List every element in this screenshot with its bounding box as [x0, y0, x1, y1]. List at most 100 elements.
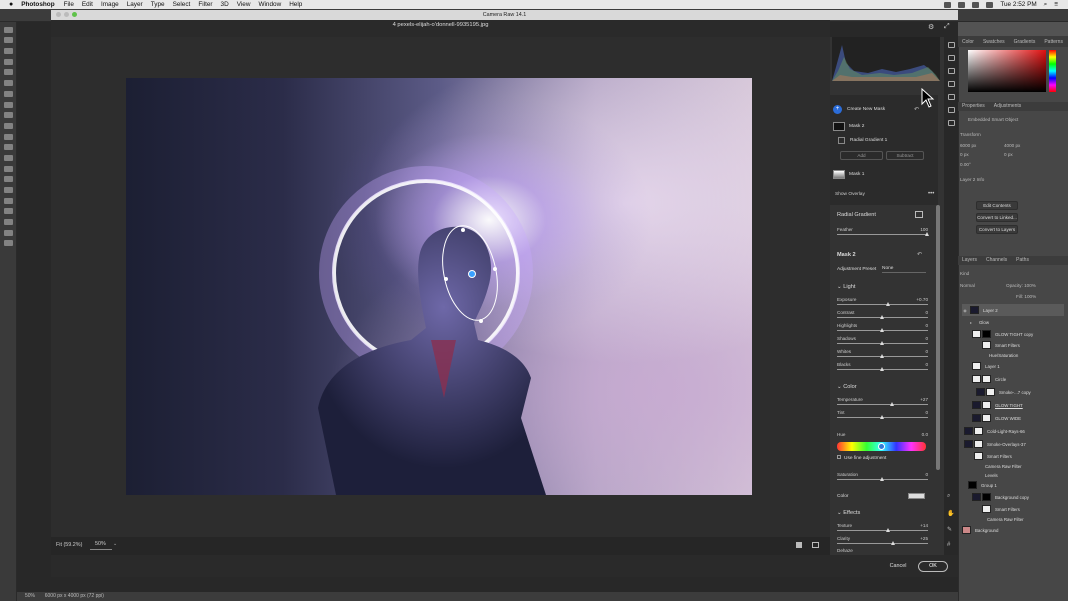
chevron-down-icon[interactable]: ⌄ [113, 541, 117, 547]
blend-mode-select[interactable]: Normal [960, 283, 975, 288]
history-brush-icon[interactable] [3, 133, 13, 140]
clarity-value[interactable]: +25 [920, 536, 928, 541]
zoom-icon[interactable]: ⌕ [947, 493, 950, 500]
layer-row[interactable]: ◉ Layer 2 [962, 304, 1064, 316]
slider-thumb[interactable] [886, 302, 891, 306]
exposure-slider[interactable]: Exposure +0.70 [837, 297, 928, 307]
fine-adjust-checkbox[interactable]: Use fine adjustment [837, 455, 886, 461]
clarity-slider[interactable]: Clarity +25 [837, 536, 928, 546]
shadows-value[interactable]: 0 [925, 336, 928, 341]
zoom-window-button[interactable] [72, 12, 77, 17]
status-icon[interactable] [944, 1, 952, 8]
mask-2-row[interactable]: Mask 2 [833, 121, 937, 132]
menu-help[interactable]: Help [289, 1, 302, 8]
angle-field[interactable]: 0.00° [960, 162, 971, 167]
heal-icon[interactable] [947, 68, 955, 74]
minimize-window-button[interactable] [64, 12, 69, 17]
slider-thumb[interactable] [880, 341, 884, 345]
shadows-slider[interactable]: Shadows 0 [837, 336, 928, 346]
slider-thumb[interactable] [890, 402, 894, 406]
battery-icon[interactable] [986, 1, 994, 8]
exposure-value[interactable]: +0.70 [916, 297, 928, 302]
fullscreen-icon[interactable]: ⤢ [944, 23, 950, 31]
edit-icon[interactable] [947, 42, 955, 48]
search-icon[interactable]: ⌕ [1044, 1, 1048, 9]
fill-field[interactable]: Fill: 100% [1016, 294, 1036, 299]
slider-thumb[interactable] [880, 415, 884, 419]
slider-thumb[interactable] [880, 354, 884, 358]
saturation-slider[interactable]: Saturation 0 [837, 472, 928, 482]
masking-icon[interactable] [947, 81, 955, 87]
control-center-icon[interactable]: ≡ [1054, 1, 1058, 8]
gradient-tool-icon[interactable] [3, 154, 13, 161]
layer-row[interactable]: Circle [962, 373, 1064, 385]
preview-photo[interactable] [126, 78, 752, 495]
wifi-icon[interactable] [972, 1, 980, 8]
slider-thumb[interactable] [886, 528, 891, 532]
dehaze-slider[interactable]: Dehaze [837, 548, 928, 554]
adjustment-preset-select[interactable]: None [882, 266, 926, 273]
mask-handle[interactable] [479, 319, 483, 323]
color-section-header[interactable]: ⌄ Color [837, 384, 857, 390]
slider-thumb[interactable] [880, 315, 884, 319]
zoom-level-select[interactable]: 50% [90, 541, 112, 550]
highlights-slider[interactable]: Highlights 0 [837, 323, 928, 333]
saturation-value[interactable]: 0 [925, 472, 928, 477]
y-field[interactable]: 0 px [1004, 152, 1013, 157]
slider-thumb[interactable] [880, 328, 884, 332]
apple-icon[interactable]: ● [9, 1, 13, 8]
layer-row[interactable]: Group 1 [962, 479, 1064, 491]
crop-tool-icon[interactable] [3, 69, 13, 76]
feather-slider[interactable]: Feather 100 [837, 227, 929, 237]
more-icon[interactable] [947, 120, 955, 126]
reset-icon[interactable]: ↶ [917, 251, 922, 258]
mask-handle[interactable] [444, 277, 448, 281]
tab-patterns[interactable]: Patterns [1044, 39, 1063, 45]
menu-app-photoshop[interactable]: Photoshop [21, 1, 54, 8]
whites-slider[interactable]: Whites 0 [837, 349, 928, 359]
add-button[interactable]: Add [840, 151, 883, 160]
quick-select-tool-icon[interactable] [3, 58, 13, 65]
undo-icon[interactable]: ↶ [914, 106, 919, 113]
slider-thumb[interactable] [890, 541, 895, 545]
invert-mask-icon[interactable] [915, 211, 923, 218]
hue-value[interactable]: 0.0 [922, 432, 928, 437]
hand-tool-icon[interactable] [3, 229, 13, 236]
zoom-tool-icon[interactable] [3, 240, 13, 247]
move-tool-icon[interactable] [3, 26, 13, 33]
layer-row[interactable]: Smoke-Overlays-37 [962, 438, 1064, 450]
texture-value[interactable]: +14 [920, 523, 928, 528]
redeye-icon[interactable] [947, 94, 955, 100]
dodge-tool-icon[interactable] [3, 176, 13, 183]
layer-row[interactable]: Layer 1 [962, 360, 1064, 372]
hand-icon[interactable]: ✋ [947, 510, 954, 517]
menu-edit[interactable]: Edit [82, 1, 93, 8]
view-mode-icon[interactable] [796, 542, 802, 548]
before-after-icon[interactable] [812, 542, 819, 548]
convert-to-linked-button[interactable]: Convert to Linked... [976, 213, 1018, 222]
menu-select[interactable]: Select [173, 1, 191, 8]
subtract-button[interactable]: Subtract [886, 151, 924, 160]
tint-value[interactable]: 0 [925, 410, 928, 415]
fit-zoom-label[interactable]: Fit (59.2%) [56, 542, 82, 548]
highlights-value[interactable]: 0 [925, 323, 928, 328]
layer-row[interactable]: GLOW WIDE [962, 412, 1064, 424]
close-window-button[interactable] [56, 12, 61, 17]
stamp-tool-icon[interactable] [3, 122, 13, 129]
mask-handle[interactable] [461, 228, 465, 232]
effects-section-header[interactable]: ⌄ Effects [837, 510, 860, 516]
tab-color[interactable]: Color [962, 39, 974, 45]
path-select-icon[interactable] [3, 208, 13, 215]
contrast-slider[interactable]: Contrast 0 [837, 310, 928, 320]
eye-icon[interactable]: ◉ [962, 308, 968, 313]
grid-icon[interactable]: # [947, 542, 950, 548]
settings-gear-icon[interactable]: ⚙ [928, 23, 934, 31]
marquee-tool-icon[interactable] [3, 37, 13, 44]
layer-row[interactable]: Cold-Light-Rays-66 [962, 425, 1064, 437]
tab-properties[interactable]: Properties [962, 102, 985, 111]
opacity-field[interactable]: Opacity: 100% [1006, 283, 1036, 288]
edit-contents-button[interactable]: Edit Contents [976, 201, 1018, 210]
healing-tool-icon[interactable] [3, 101, 13, 108]
mask-1-row[interactable]: Mask 1 [833, 169, 937, 180]
layer-filter-kind[interactable]: Kind [960, 271, 969, 276]
